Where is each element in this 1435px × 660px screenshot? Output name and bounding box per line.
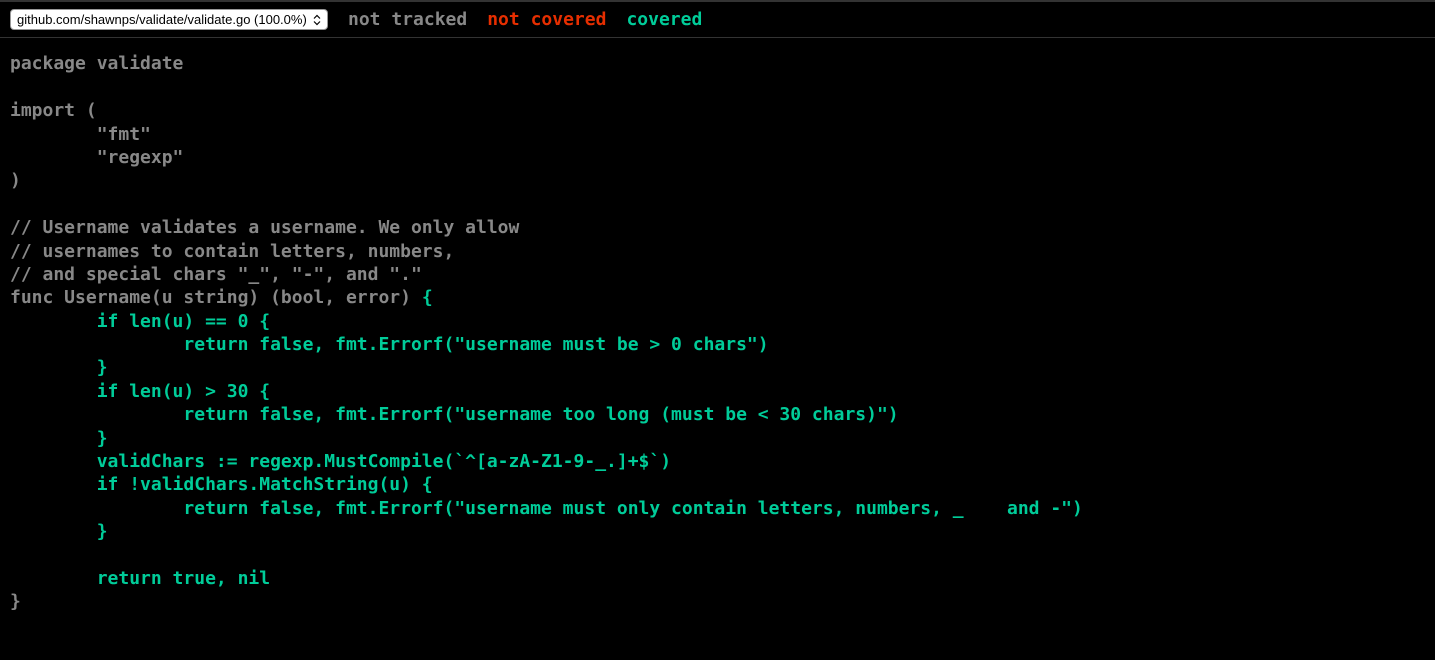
code-line: if !validChars.MatchString(u) { (10, 474, 433, 495)
code-line: } (10, 521, 108, 542)
coverage-toolbar: github.com/shawnps/validate/validate.go … (0, 0, 1435, 38)
code-line: return false, fmt.Errorf("username too l… (10, 404, 899, 425)
code-line: // and special chars "_", "-", and "." (10, 264, 422, 285)
code-line: } (10, 357, 108, 378)
code-line: } (10, 591, 21, 612)
code-line: if len(u) > 30 { (10, 381, 270, 402)
code-line: ) (10, 170, 21, 191)
code-line: validChars := regexp.MustCompile(`^[a-zA… (10, 451, 671, 472)
file-select[interactable]: github.com/shawnps/validate/validate.go … (10, 9, 328, 30)
code-line: } (10, 428, 108, 449)
code-line: return false, fmt.Errorf("username must … (10, 498, 1083, 519)
legend-covered: covered (626, 8, 702, 31)
code-line: { (422, 287, 433, 308)
code-line: import ( (10, 100, 97, 121)
code-line: // usernames to contain letters, numbers… (10, 241, 454, 262)
code-line: // Username validates a username. We onl… (10, 217, 519, 238)
code-line: "regexp" (10, 147, 183, 168)
legend-not-tracked: not tracked (348, 8, 467, 31)
code-line: return true, nil (10, 568, 270, 589)
code-line: return false, fmt.Errorf("username must … (10, 334, 769, 355)
code-line: if len(u) == 0 { (10, 311, 270, 332)
legend-not-covered: not covered (487, 8, 606, 31)
code-line: package validate (10, 53, 183, 74)
code-line: func Username(u string) (bool, error) (10, 287, 422, 308)
code-line: "fmt" (10, 124, 151, 145)
code-area: package validate import ( "fmt" "regexp"… (0, 38, 1435, 627)
